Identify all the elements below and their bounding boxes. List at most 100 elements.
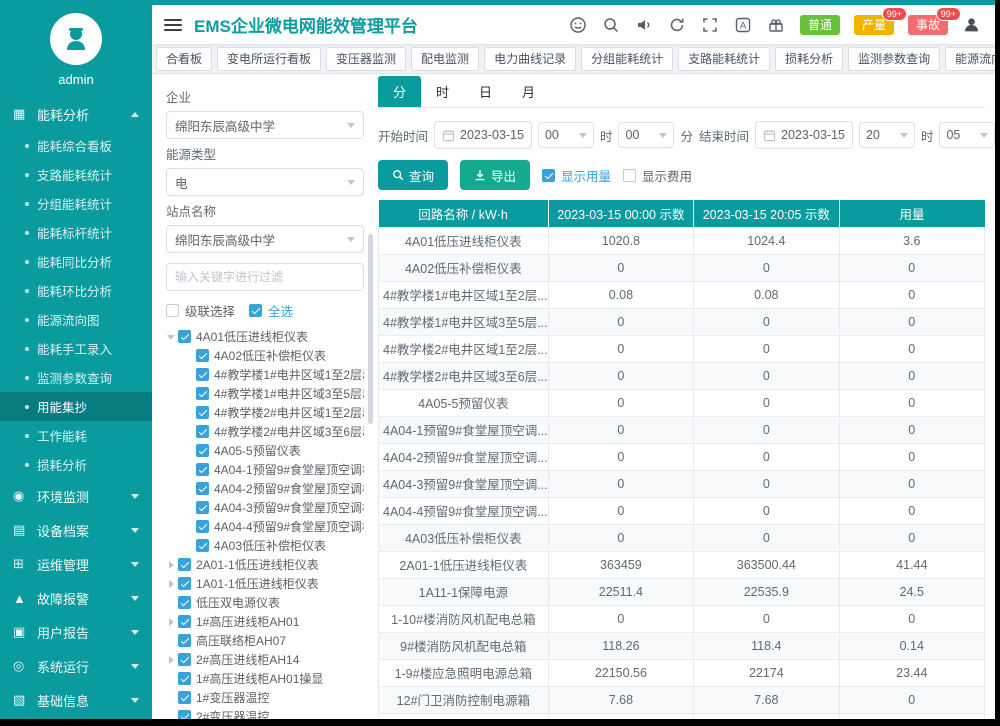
tree-node[interactable]: 2#高压进线柜AH14 — [166, 650, 364, 669]
select-all-checkbox[interactable] — [249, 304, 262, 317]
sidebar-subitem-manual-entry[interactable]: 能耗手工录入 — [0, 334, 152, 363]
tree-node-checkbox[interactable] — [178, 615, 191, 628]
status-badge-production[interactable]: 产量 99+ — [854, 15, 894, 35]
tree-node-checkbox[interactable] — [196, 501, 209, 514]
tree-filter-input[interactable] — [166, 263, 364, 291]
tree-node-checkbox[interactable] — [196, 368, 209, 381]
sidebar-subitem-loss-analysis[interactable]: 损耗分析 — [0, 450, 152, 479]
tree-node-checkbox[interactable] — [178, 634, 191, 647]
tree-expand-icon[interactable] — [166, 331, 178, 343]
status-badge-normal[interactable]: 普通 — [800, 15, 840, 35]
sidebar-subitem-mom-analysis[interactable]: 能耗环比分析 — [0, 276, 152, 305]
tree-node-checkbox[interactable] — [178, 710, 191, 719]
sidebar-subitem-benchmark-stats[interactable]: 能耗标杆统计 — [0, 218, 152, 247]
tree-node[interactable]: 4#教学楼2#电井区域3至6层动力仪表 — [166, 422, 364, 441]
tree-node[interactable]: 1A01-1低压进线柜仪表 — [166, 574, 364, 593]
sidebar-item-env-monitor[interactable]: ◉ 环境监测 — [0, 479, 152, 513]
tree-node[interactable]: 1#高压进线柜AH01操显 — [166, 669, 364, 688]
tree-node-checkbox[interactable] — [196, 425, 209, 438]
refresh-icon[interactable] — [667, 15, 687, 35]
sidebar-subitem-energy-dashboard[interactable]: 能耗综合看板 — [0, 131, 152, 160]
hamburger-menu-icon[interactable] — [164, 19, 182, 31]
tree-node[interactable]: 2#变压器温控 — [166, 707, 364, 719]
route-tab[interactable]: 配电监测 — [411, 47, 479, 71]
cascade-checkbox[interactable] — [166, 304, 179, 317]
company-select[interactable]: 绵阳东辰高级中学 — [166, 111, 364, 139]
station-select[interactable]: 绵阳东辰高级中学 — [166, 225, 364, 253]
route-tab[interactable]: 能源流向图 — [945, 47, 995, 71]
route-tab[interactable]: 变压器监测 — [326, 47, 406, 71]
start-hour-select[interactable]: 00 — [538, 122, 594, 148]
tree-expand-icon[interactable] — [166, 578, 178, 590]
tree-node-checkbox[interactable] — [196, 387, 209, 400]
status-badge-accident[interactable]: 事故 99+ — [908, 15, 948, 35]
tree-node-checkbox[interactable] — [178, 653, 191, 666]
sidebar-subitem-branch-stats[interactable]: 支路能耗统计 — [0, 160, 152, 189]
energy-type-select[interactable]: 电 — [166, 168, 364, 196]
sidebar-item-user-report[interactable]: ▣ 用户报告 — [0, 615, 152, 649]
tree-node[interactable]: 4A04-1预留9#食堂屋顶空调机组仪表 — [166, 460, 364, 479]
tree-node-checkbox[interactable] — [196, 349, 209, 362]
tree-node-checkbox[interactable] — [196, 482, 209, 495]
tree-node-checkbox[interactable] — [196, 406, 209, 419]
sidebar-item-fault-alarm[interactable]: ▲ 故障报警 — [0, 581, 152, 615]
tree-expand-icon[interactable] — [166, 654, 178, 666]
sidebar-subitem-energy-flow[interactable]: 能源流向图 — [0, 305, 152, 334]
translate-icon[interactable]: A — [733, 15, 753, 35]
tree-node[interactable]: 低压双电源仪表 — [166, 593, 364, 612]
end-hour-select[interactable]: 20 — [859, 122, 915, 148]
tree-node[interactable]: 2A01-1低压进线柜仪表 — [166, 555, 364, 574]
user-avatar-icon[interactable] — [961, 15, 981, 35]
end-minute-select[interactable]: 05 — [939, 122, 995, 148]
fullscreen-icon[interactable] — [700, 15, 720, 35]
volume-icon[interactable] — [634, 15, 654, 35]
show-usage-checkbox[interactable]: 显示用量 — [542, 166, 611, 185]
tab-month[interactable]: 月 — [507, 76, 550, 107]
tree-node[interactable]: 1#高压进线柜AH01 — [166, 612, 364, 631]
sidebar-item-system-run[interactable]: ◎ 系统运行 — [0, 649, 152, 683]
tree-node[interactable]: 4#教学楼1#电井区域3至5层动力仪表 — [166, 384, 364, 403]
sidebar-subitem-yoy-analysis[interactable]: 能耗同比分析 — [0, 247, 152, 276]
route-tab[interactable]: 合看板 — [156, 47, 212, 71]
sidebar-item-basic-info[interactable]: ▧ 基础信息 — [0, 683, 152, 717]
export-button[interactable]: 导出 — [460, 160, 530, 190]
tree-node-checkbox[interactable] — [196, 539, 209, 552]
tree-node-checkbox[interactable] — [178, 558, 191, 571]
sidebar-item-ops-management[interactable]: ⊞ 运维管理 — [0, 547, 152, 581]
tree-node[interactable]: 4A02低压补偿柜仪表 — [166, 346, 364, 365]
start-date-input[interactable]: 2023-03-15 — [434, 121, 532, 149]
tree-node[interactable]: 高压联络柜AH07 — [166, 631, 364, 650]
tree-node[interactable]: 4A04-4预留9#食堂屋顶空调机组仪表 — [166, 517, 364, 536]
sidebar-subitem-param-query[interactable]: 监测参数查询 — [0, 363, 152, 392]
tree-node[interactable]: 4A04-2预留9#食堂屋顶空调机组仪表 — [166, 479, 364, 498]
tree-node[interactable]: 1#变压器温控 — [166, 688, 364, 707]
tree-node[interactable]: 4A04-3预留9#食堂屋顶空调机组仪表 — [166, 498, 364, 517]
route-tab[interactable]: 电力曲线记录 — [484, 47, 576, 71]
tree-node[interactable]: 4#教学楼1#电井区域1至2层动力仪表 — [166, 365, 364, 384]
sidebar-item-energy-analysis[interactable]: ▦ 能耗分析 — [0, 97, 152, 131]
tree-node-checkbox[interactable] — [178, 596, 191, 609]
tree-node-checkbox[interactable] — [178, 691, 191, 704]
tree-scrollbar[interactable] — [368, 234, 373, 424]
tab-hour[interactable]: 时 — [421, 76, 464, 107]
sidebar-subitem-group-stats[interactable]: 分组能耗统计 — [0, 189, 152, 218]
sidebar-subitem-meter-reading-active[interactable]: 用能集抄 — [0, 392, 152, 421]
tree-node[interactable]: 4A05-5预留仪表 — [166, 441, 364, 460]
tree-node-checkbox[interactable] — [196, 444, 209, 457]
end-date-input[interactable]: 2023-03-15 — [755, 121, 853, 149]
tree-expand-icon[interactable] — [166, 559, 178, 571]
tab-minute[interactable]: 分 — [378, 76, 421, 107]
sidebar-subitem-work-energy[interactable]: 工作能耗 — [0, 421, 152, 450]
route-tab[interactable]: 变电所运行看板 — [217, 47, 321, 71]
tree-node-checkbox[interactable] — [196, 463, 209, 476]
query-button[interactable]: 查询 — [378, 160, 448, 190]
tab-day[interactable]: 日 — [464, 76, 507, 107]
tree-node[interactable]: 4A03低压补偿柜仪表 — [166, 536, 364, 555]
route-tab[interactable]: 分组能耗统计 — [581, 47, 673, 71]
tree-expand-icon[interactable] — [166, 616, 178, 628]
route-tab[interactable]: 监测参数查询 — [848, 47, 940, 71]
show-cost-checkbox[interactable]: 显示费用 — [623, 166, 692, 185]
tree-node-checkbox[interactable] — [178, 577, 191, 590]
route-tab[interactable]: 支路能耗统计 — [678, 47, 770, 71]
tree-node[interactable]: 4#教学楼2#电井区域1至2层动力仪表 — [166, 403, 364, 422]
